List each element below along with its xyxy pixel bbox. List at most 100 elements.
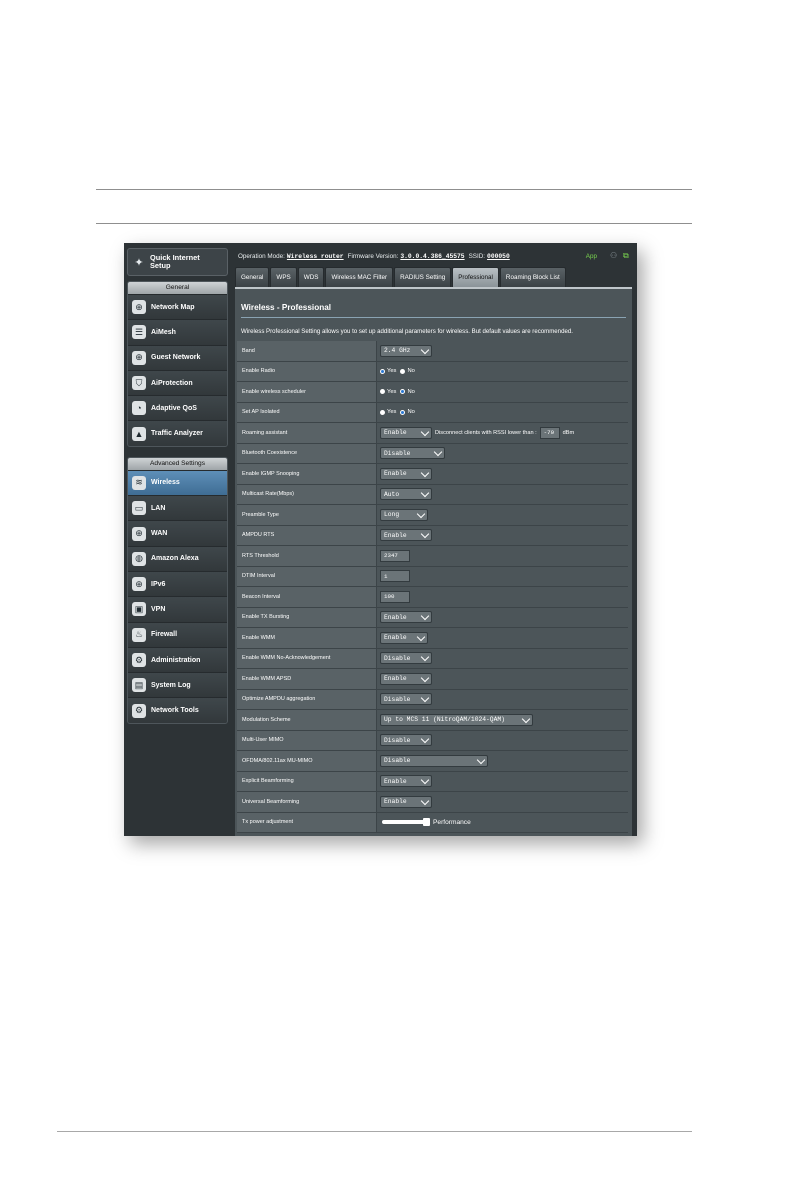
select-value: Enable xyxy=(384,613,407,621)
optimize-ampdu-aggregation-select[interactable]: Disable xyxy=(380,693,432,706)
band-select[interactable]: 2.4 GHz xyxy=(380,344,432,357)
enable-wireless-scheduler-radio-yes[interactable]: Yes xyxy=(380,389,396,395)
dtim-interval-input[interactable]: 1 xyxy=(380,570,410,583)
general-section: General ⊕ Network Map ☰ AiMesh ⊕ Guest Networ… xyxy=(127,281,228,447)
quick-internet-setup-label: Quick Internet Setup xyxy=(150,253,200,270)
explicit-beamforming-select[interactable]: Enable xyxy=(380,775,432,788)
tab-professional[interactable]: Professional xyxy=(452,267,499,287)
setting-row-dtim-interval: DTIM Interval 1 xyxy=(237,566,628,587)
bluetooth-coexistence-select[interactable]: Disable xyxy=(380,447,445,460)
sidebar-item-network-tools[interactable]: ⚙ Network Tools xyxy=(128,697,227,723)
title-divider xyxy=(241,317,626,318)
tab-general[interactable]: General xyxy=(235,267,270,287)
setting-label: Enable Radio xyxy=(237,361,377,381)
chevron-down-icon xyxy=(420,653,430,662)
chevron-down-icon xyxy=(420,468,430,477)
set-ap-isolated-radio-yes[interactable]: Yes xyxy=(380,409,396,415)
roaming-assistant-select[interactable]: Enable xyxy=(380,426,432,439)
rssi-input[interactable]: -70 xyxy=(539,426,560,439)
tx-power-slider[interactable] xyxy=(382,818,430,827)
setting-label: Tx power adjustment xyxy=(237,812,377,832)
sidebar-item-adaptive-qos[interactable]: ◔ Adaptive QoS xyxy=(128,395,227,421)
enable-wireless-scheduler-radio-no[interactable]: No xyxy=(400,389,415,395)
quick-internet-setup-button[interactable]: ✦ Quick Internet Setup xyxy=(127,248,228,276)
chevron-down-icon xyxy=(521,714,531,723)
tab-wireless-mac-filter[interactable]: Wireless MAC Filter xyxy=(325,267,394,287)
sidebar-item-ipv6[interactable]: ⊕ IPv6 xyxy=(128,570,227,597)
tab-wds[interactable]: WDS xyxy=(297,267,325,287)
modulation-scheme-select[interactable]: Up to MCS 11 (NitroQAM/1024-QAM) xyxy=(380,713,533,726)
tab-roaming-block-list[interactable]: Roaming Block List xyxy=(499,267,566,287)
tx-power-level-label: Performance xyxy=(433,818,471,826)
sidebar-item-wireless[interactable]: ≋ Wireless xyxy=(128,469,227,496)
globe-icon: ⊕ xyxy=(132,526,146,541)
select-value: Enable xyxy=(384,798,407,806)
ofdma-802-11ax-mu-mimo-select[interactable]: Disable xyxy=(380,754,488,767)
setting-label: Enable TX Bursting xyxy=(237,607,377,627)
sidebar-item-administration[interactable]: ⚙ Administration xyxy=(128,646,227,673)
sidebar-item-amazon-alexa[interactable]: ◍ Amazon Alexa xyxy=(128,545,227,571)
app-link[interactable]: App xyxy=(586,253,597,260)
ampdu-rts-select[interactable]: Enable xyxy=(380,529,432,542)
universal-beamforming-select[interactable]: Enable xyxy=(380,795,432,808)
enable-wmm-select[interactable]: Enable xyxy=(380,631,428,644)
setting-value: Enable xyxy=(377,464,628,484)
select-value: Disable xyxy=(384,736,411,744)
rts-threshold-input[interactable]: 2347 xyxy=(380,549,410,562)
enable-radio-radio-no[interactable]: No xyxy=(400,368,415,374)
enable-wmm-no-acknowledgement-select[interactable]: Disable xyxy=(380,652,432,665)
tab-radius-setting[interactable]: RADIUS Setting xyxy=(394,267,452,287)
operation-mode-link[interactable]: Wireless router xyxy=(287,253,344,260)
chevron-down-icon xyxy=(416,509,426,518)
sidebar-item-network-map[interactable]: ⊕ Network Map xyxy=(128,294,227,320)
alexa-icon: ◍ xyxy=(132,551,146,566)
ssid-link[interactable]: 000050 xyxy=(487,253,510,260)
setting-row-tx-power-adjustment: Tx power adjustment Performance xyxy=(237,812,628,833)
settings-table: Band 2.4 GHz Enable Radio Yes No Enable wirel… xyxy=(237,341,628,833)
sidebar-item-label: Adaptive QoS xyxy=(151,404,197,412)
firmware-label: Firmware Version: xyxy=(347,252,399,260)
usb-icon[interactable]: ⧉ xyxy=(623,252,631,260)
setting-value: Enable xyxy=(377,792,628,812)
enable-igmp-snooping-select[interactable]: Enable xyxy=(380,467,432,480)
beacon-interval-input[interactable]: 100 xyxy=(380,590,410,603)
top-rule-1 xyxy=(96,189,692,190)
tab-wps[interactable]: WPS xyxy=(270,267,297,287)
setting-row-explicit-beamforming: Explicit Beamforming Enable xyxy=(237,771,628,792)
enable-wmm-apsd-select[interactable]: Enable xyxy=(380,672,432,685)
chevron-down-icon xyxy=(420,345,430,354)
sidebar-item-lan[interactable]: ▭ LAN xyxy=(128,495,227,521)
setting-row-multicast-rate-mbps: Multicast Rate(Mbps) Auto xyxy=(237,484,628,505)
sidebar-item-system-log[interactable]: ▤ System Log xyxy=(128,672,227,698)
user-icon[interactable]: ⚇ xyxy=(610,252,618,260)
select-value: Auto xyxy=(384,490,400,498)
setting-label: Roaming assistant xyxy=(237,423,377,443)
select-value: Enable xyxy=(384,531,407,539)
multicast-rate-mbps-select[interactable]: Auto xyxy=(380,488,432,501)
page-description: Wireless Professional Setting allows you… xyxy=(241,328,573,335)
sidebar-item-wan[interactable]: ⊕ WAN xyxy=(128,520,227,546)
sidebar-item-aiprotection[interactable]: ⛉ AiProtection xyxy=(128,369,227,396)
general-section-title: General xyxy=(128,282,227,294)
enable-radio-radio-yes[interactable]: Yes xyxy=(380,368,396,374)
advanced-settings-section: Advanced Settings ≋ Wireless ▭ LAN ⊕ WAN ◍ Amaz… xyxy=(127,456,228,724)
sidebar-item-vpn[interactable]: ▣ VPN xyxy=(128,596,227,622)
setting-value: Disable xyxy=(377,689,628,709)
sidebar-item-aimesh[interactable]: ☰ AiMesh xyxy=(128,319,227,345)
setting-label: Enable WMM xyxy=(237,628,377,648)
sidebar-item-label: IPv6 xyxy=(151,580,166,588)
multi-user-mimo-select[interactable]: Disable xyxy=(380,734,432,747)
enable-tx-bursting-select[interactable]: Enable xyxy=(380,611,432,624)
chevron-down-icon xyxy=(420,673,430,682)
rssi-unit: dBm xyxy=(562,429,575,436)
setting-value: Yes No xyxy=(377,382,628,402)
slider-thumb[interactable] xyxy=(423,818,430,827)
sidebar-item-firewall[interactable]: ♨ Firewall xyxy=(128,621,227,647)
sidebar-item-traffic-analyzer[interactable]: ▲ Traffic Analyzer xyxy=(128,420,227,446)
sidebar-item-guest-network[interactable]: ⊕ Guest Network xyxy=(128,344,227,370)
set-ap-isolated-radio-no[interactable]: No xyxy=(400,409,415,415)
firmware-version-link[interactable]: 3.0.0.4.386_45575 xyxy=(400,253,464,260)
sidebar-item-label: WAN xyxy=(151,530,168,538)
vpn-icon: ▣ xyxy=(132,602,146,617)
preamble-type-select[interactable]: Long xyxy=(380,508,428,521)
